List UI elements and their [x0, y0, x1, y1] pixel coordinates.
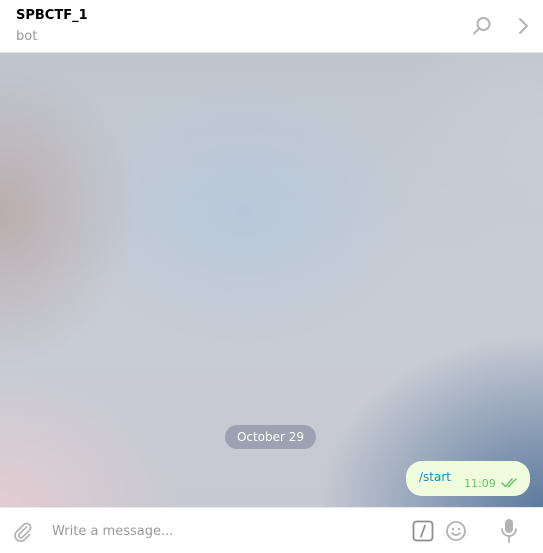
chevron-right-icon: [519, 18, 528, 34]
message-composer: [0, 507, 543, 553]
message-input[interactable]: [52, 518, 392, 544]
date-separator: October 29: [225, 425, 316, 449]
outgoing-message[interactable]: /start 11:09: [406, 461, 530, 496]
attach-button[interactable]: [10, 518, 34, 544]
microphone-icon: [501, 519, 517, 543]
message-history[interactable]: October 29 /start 11:09: [0, 53, 543, 507]
double-check-icon: [501, 478, 517, 488]
more-button[interactable]: [511, 14, 535, 38]
slash-command-icon: [412, 520, 434, 542]
smile-icon: [446, 521, 466, 541]
message-text[interactable]: /start: [419, 470, 451, 484]
search-button[interactable]: [470, 14, 494, 38]
chat-header: SPBCTF_1 bot: [0, 0, 543, 53]
paperclip-icon: [14, 522, 32, 542]
chat-title[interactable]: SPBCTF_1: [16, 8, 88, 23]
emoji-button[interactable]: [444, 519, 468, 543]
chat-status: bot: [16, 29, 38, 44]
voice-record-button[interactable]: [497, 517, 521, 545]
message-time: 11:09: [464, 477, 496, 490]
search-icon: [473, 17, 491, 35]
bot-commands-button[interactable]: [411, 519, 435, 543]
